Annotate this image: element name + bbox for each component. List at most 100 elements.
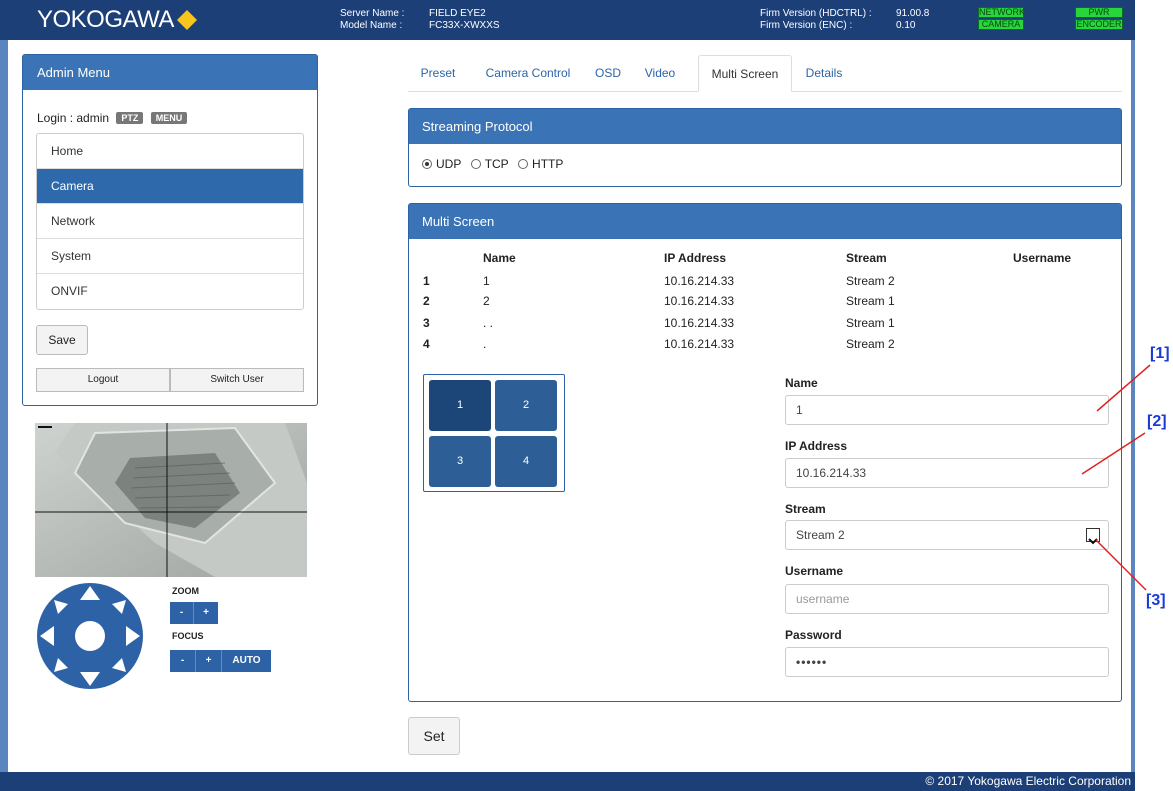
row-4-no: 4: [423, 337, 430, 351]
col-ip-header: IP Address: [664, 251, 727, 265]
tab-multi-screen[interactable]: Multi Screen: [698, 55, 792, 92]
top-header: YOKOGAWA Server Name : FIELD EYE2 Model …: [0, 0, 1135, 40]
ip-field-label: IP Address: [785, 439, 848, 453]
protocol-options: UDP TCP HTTP: [422, 157, 569, 171]
admin-menu-panel: Admin Menu Login : admin PTZ MENU Home C…: [22, 54, 318, 406]
multi-screen-title: Multi Screen: [409, 204, 1121, 239]
logo-diamond-icon: [177, 10, 197, 30]
logout-button[interactable]: Logout: [36, 368, 170, 392]
grid-cell-3[interactable]: 3: [429, 436, 491, 487]
zoom-label: ZOOM: [172, 586, 199, 596]
firm-enc-value: 0.10: [896, 20, 916, 31]
menu-item-onvif[interactable]: ONVIF: [37, 274, 303, 309]
focus-label: FOCUS: [172, 631, 204, 641]
grid-cell-1[interactable]: 1: [429, 380, 491, 431]
tab-details[interactable]: Details: [800, 55, 848, 92]
admin-menu-title: Admin Menu: [23, 55, 317, 90]
tab-camera-control[interactable]: Camera Control: [476, 55, 580, 92]
row-1-name: 1: [483, 274, 490, 288]
encoder-indicator: ENCODER: [1075, 19, 1123, 30]
password-field[interactable]: ••••••: [785, 647, 1109, 677]
row-2-ip: 10.16.214.33: [664, 294, 735, 308]
network-indicator: NETWORK: [978, 7, 1025, 18]
stream-field-label: Stream: [785, 502, 826, 516]
yokogawa-logo: YOKOGAWA: [37, 6, 174, 33]
camera-preview[interactable]: [35, 423, 307, 577]
http-radio[interactable]: [518, 159, 529, 169]
tab-bar: Preset Camera Control OSD Video Multi Sc…: [408, 55, 1122, 92]
row-4-stream: Stream 2: [846, 337, 895, 351]
zoom-in-button[interactable]: +: [194, 602, 218, 624]
copyright-text: © 2017 Yokogawa Electric Corporation: [925, 774, 1131, 788]
screen: YOKOGAWA Server Name : FIELD EYE2 Model …: [0, 0, 1173, 791]
firm-hdctrl-label: Firm Version (HDCTRL) :: [760, 8, 872, 19]
row-2-stream: Stream 1: [846, 294, 895, 308]
camera-image: [35, 423, 307, 577]
username-field-label: Username: [785, 564, 844, 578]
multi-screen-panel: Multi Screen Name IP Address Stream User…: [408, 203, 1122, 702]
udp-radio[interactable]: [422, 159, 432, 169]
grid-cell-2[interactable]: 2: [495, 380, 557, 431]
menu-item-system[interactable]: System: [37, 239, 303, 274]
focus-plus-button[interactable]: +: [196, 650, 222, 672]
stream-select-value: Stream 2: [796, 528, 845, 542]
server-name-value: FIELD EYE2: [429, 8, 486, 19]
ip-address-field[interactable]: 10.16.214.33: [785, 458, 1109, 488]
name-field-label: Name: [785, 376, 818, 390]
row-1-stream: Stream 2: [846, 274, 895, 288]
col-stream-header: Stream: [846, 251, 887, 265]
frame-left-border: [0, 0, 8, 791]
model-name-label: Model Name :: [340, 20, 403, 31]
set-button[interactable]: Set: [408, 717, 460, 755]
login-line: Login : admin PTZ MENU: [37, 111, 188, 125]
row-4-name: .: [483, 337, 487, 351]
username-field[interactable]: username: [785, 584, 1109, 614]
admin-menu-list: Home Camera Network System ONVIF: [36, 133, 304, 310]
firm-hdctrl-value: 91.00.8: [896, 8, 930, 19]
password-field-label: Password: [785, 628, 842, 642]
row-3-stream: Stream 1: [846, 316, 895, 330]
row-3-name: . .: [483, 316, 494, 330]
frame-right-border: [1131, 0, 1135, 780]
tcp-label: TCP: [484, 157, 509, 171]
row-3-no: 3: [423, 316, 430, 330]
row-4-ip: 10.16.214.33: [664, 337, 735, 351]
ptz-tag: PTZ: [116, 112, 144, 124]
row-1-no: 1: [423, 274, 430, 288]
udp-label: UDP: [436, 157, 462, 171]
zoom-out-button[interactable]: -: [170, 602, 194, 624]
pwr-indicator: PWR: [1075, 7, 1123, 18]
camera-indicator: CAMERA: [978, 19, 1024, 30]
name-field[interactable]: 1: [785, 395, 1109, 425]
save-button[interactable]: Save: [36, 325, 88, 355]
menu-item-home[interactable]: Home: [37, 134, 303, 169]
row-1-ip: 10.16.214.33: [664, 274, 735, 288]
server-name-label: Server Name :: [340, 8, 405, 19]
menu-tag: MENU: [150, 112, 188, 124]
tab-video[interactable]: Video: [640, 55, 680, 92]
tab-preset[interactable]: Preset: [414, 55, 462, 92]
streaming-protocol-panel: Streaming Protocol UDP TCP HTTP: [408, 108, 1122, 187]
screen-layout-grid: 1 2 3 4: [423, 374, 565, 492]
callout-3: [3]: [1146, 592, 1166, 609]
callout-1: [1]: [1150, 345, 1170, 362]
chevron-down-icon[interactable]: [1086, 528, 1100, 545]
switch-user-button[interactable]: Switch User: [170, 368, 304, 392]
firm-enc-label: Firm Version (ENC) :: [760, 20, 853, 31]
focus-minus-button[interactable]: -: [170, 650, 196, 672]
tcp-radio[interactable]: [470, 159, 481, 169]
col-name-header: Name: [483, 251, 516, 265]
callout-2: [2]: [1147, 413, 1167, 430]
stream-select[interactable]: Stream 2: [785, 520, 1109, 550]
menu-item-camera[interactable]: Camera: [37, 169, 303, 204]
model-name-value: FC33X-XWXXS: [429, 20, 500, 31]
tab-osd[interactable]: OSD: [590, 55, 626, 92]
login-text: Login : admin: [37, 111, 110, 125]
focus-auto-button[interactable]: AUTO: [222, 650, 271, 672]
row-2-name: 2: [483, 294, 490, 308]
grid-cell-4[interactable]: 4: [495, 436, 557, 487]
http-label: HTTP: [532, 157, 564, 171]
ptz-direction-pad[interactable]: [36, 582, 144, 690]
footer: © 2017 Yokogawa Electric Corporation: [0, 772, 1135, 791]
menu-item-network[interactable]: Network: [37, 204, 303, 239]
